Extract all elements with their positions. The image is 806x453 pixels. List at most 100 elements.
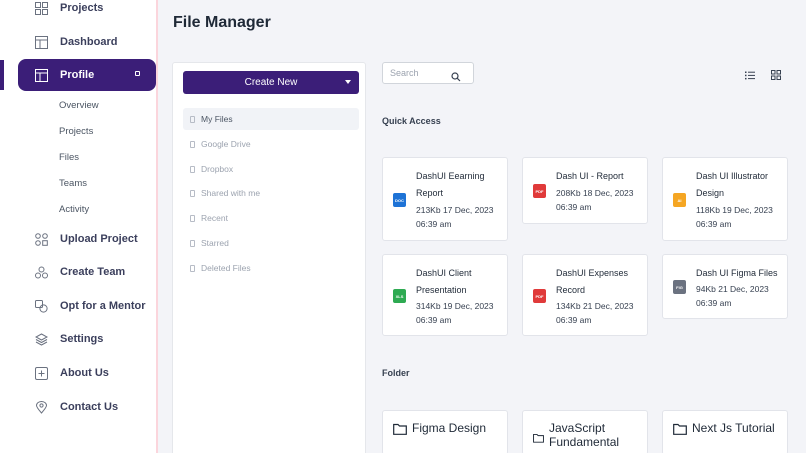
sidebar-item-label: Contact Us <box>60 401 119 413</box>
file-meta: 208Kb 18 Dec, 2023 06:39 am <box>556 188 634 212</box>
plus-square-icon <box>34 366 48 380</box>
team-icon <box>34 265 48 279</box>
sidebar-item-label: Settings <box>60 333 104 345</box>
sidebar-item-opt-for-a-mentor[interactable]: Opt for a Mentor <box>18 290 156 322</box>
page-title: File Manager <box>173 14 271 31</box>
submenu-activity[interactable]: Activity <box>59 204 89 215</box>
sidebar-item-label: About Us <box>60 367 109 379</box>
file-icon <box>190 140 195 148</box>
sidebar-item-label: Projects <box>60 2 104 14</box>
file-card[interactable]: FIG Dash UI Figma Files 94Kb 21 Dec, 202… <box>662 254 788 319</box>
submenu-files[interactable]: Files <box>59 152 79 163</box>
file-name: DashUI Expenses Record <box>556 268 629 295</box>
files-link-shared[interactable]: Shared with me <box>183 182 359 204</box>
sidebar-item-label: Upload Project <box>60 233 138 245</box>
file-meta: 118Kb 19 Dec, 2023 06:39 am <box>696 205 773 229</box>
file-icon <box>190 264 195 272</box>
submenu-projects[interactable]: Projects <box>59 126 93 137</box>
sidebar-item-label: Profile <box>60 69 95 81</box>
layout-icon <box>34 68 48 82</box>
file-icon <box>190 115 195 123</box>
files-link-label: Starred <box>201 238 229 248</box>
sidebar-item-label: Opt for a Mentor <box>60 300 146 312</box>
sidebar-item-label: Dashboard <box>60 36 118 48</box>
sidebar-item-create-team[interactable]: Create Team <box>18 256 156 288</box>
file-icon <box>190 214 195 222</box>
files-panel: Create New My Files Google Drive Dropbox… <box>172 62 366 453</box>
quick-access-title: Quick Access <box>382 116 441 126</box>
file-icon <box>190 189 195 197</box>
files-link-label: Deleted Files <box>201 263 251 273</box>
create-new-button[interactable]: Create New <box>183 71 359 94</box>
file-icon <box>190 239 195 247</box>
submenu-overview[interactable]: Overview <box>59 100 99 111</box>
file-meta: 134Kb 21 Dec, 2023 06:39 am <box>556 301 634 325</box>
search-box[interactable] <box>382 62 474 84</box>
files-link-recent[interactable]: Recent <box>183 207 359 229</box>
sidebar-item-settings[interactable]: Settings <box>18 323 156 355</box>
folder-icon <box>533 430 544 448</box>
files-link-label: Dropbox <box>201 164 234 174</box>
file-name: Dash UI Figma Files <box>696 268 778 278</box>
file-name: DashUI Client Presentation <box>416 268 472 295</box>
folder-name: Next Js Tutorial <box>692 421 775 435</box>
layers-icon <box>34 332 48 346</box>
file-card[interactable]: PDF DashUI Expenses Record 134Kb 21 Dec, … <box>522 254 648 336</box>
list-view-icon[interactable] <box>745 67 755 85</box>
files-link-deleted[interactable]: Deleted Files <box>183 257 359 279</box>
files-link-label: Shared with me <box>201 188 261 198</box>
xls-file-icon: XLS <box>393 289 406 303</box>
files-link-label: Google Drive <box>201 139 251 149</box>
folder-item[interactable]: Figma Design <box>382 410 508 453</box>
folder-item[interactable]: Next Js Tutorial <box>662 410 788 453</box>
folder-title: Folder <box>382 368 410 378</box>
file-name: Dash UI - Report <box>556 171 624 181</box>
folder-icon <box>673 422 687 440</box>
search-icon[interactable] <box>451 69 461 87</box>
file-card[interactable]: PDF Dash UI - Report 208Kb 18 Dec, 2023 0… <box>522 157 648 224</box>
folder-name: Figma Design <box>412 421 487 435</box>
pdf-file-icon: PDF <box>533 289 546 303</box>
file-card[interactable]: XLS DashUI Client Presentation 314Kb 19 D… <box>382 254 508 336</box>
file-icon <box>190 165 195 173</box>
mentor-icon <box>34 299 48 313</box>
file-meta: 94Kb 21 Dec, 2023 06:39 am <box>696 284 769 308</box>
create-new-label: Create New <box>244 77 298 88</box>
sidebar-item-label: Create Team <box>60 266 126 278</box>
pdf-file-icon: PDF <box>533 184 546 198</box>
file-card[interactable]: DOC DashUI Eearning Report 213Kb 17 Dec, … <box>382 157 508 241</box>
sidebar-item-upload-project[interactable]: Upload Project <box>18 223 156 255</box>
sidebar-item-profile[interactable]: Profile <box>18 59 156 91</box>
submenu-teams[interactable]: Teams <box>59 178 87 189</box>
location-icon <box>34 400 48 414</box>
files-link-starred[interactable]: Starred <box>183 232 359 254</box>
files-link-google-drive[interactable]: Google Drive <box>183 133 359 155</box>
file-name: DashUI Eearning Report <box>416 171 485 198</box>
figma-file-icon: FIG <box>673 280 686 294</box>
files-link-label: My Files <box>201 114 233 124</box>
file-card[interactable]: AI Dash UI Illustrator Design 118Kb 19 De… <box>662 157 788 241</box>
caret-down-icon <box>345 80 351 84</box>
file-name: Dash UI Illustrator Design <box>696 171 769 198</box>
apps-icon <box>34 232 48 246</box>
sidebar-item-contact-us[interactable]: Contact Us <box>18 391 156 423</box>
collapse-icon[interactable] <box>135 71 140 76</box>
ai-file-icon: AI <box>673 193 686 207</box>
files-link-my-files[interactable]: My Files <box>183 108 359 130</box>
grid-view-icon[interactable] <box>771 67 781 85</box>
file-meta: 213Kb 17 Dec, 2023 06:39 am <box>416 205 494 229</box>
file-meta: 314Kb 19 Dec, 2023 06:39 am <box>416 301 494 325</box>
doc-file-icon: DOC <box>393 193 406 207</box>
sidebar-item-projects[interactable]: Projects <box>18 0 156 24</box>
layout-icon <box>34 35 48 49</box>
sidebar-item-about-us[interactable]: About Us <box>18 357 156 389</box>
sidebar: Projects Dashboard Profile Overview Proj… <box>0 0 158 453</box>
sidebar-item-dashboard[interactable]: Dashboard <box>18 26 156 58</box>
grid-icon <box>34 1 48 15</box>
search-input[interactable] <box>390 66 450 80</box>
folder-icon <box>393 422 407 440</box>
folder-item[interactable]: JavaScript Fundamental <box>522 410 648 453</box>
active-indicator <box>0 60 4 90</box>
files-link-dropbox[interactable]: Dropbox <box>183 158 359 180</box>
files-link-label: Recent <box>201 213 228 223</box>
